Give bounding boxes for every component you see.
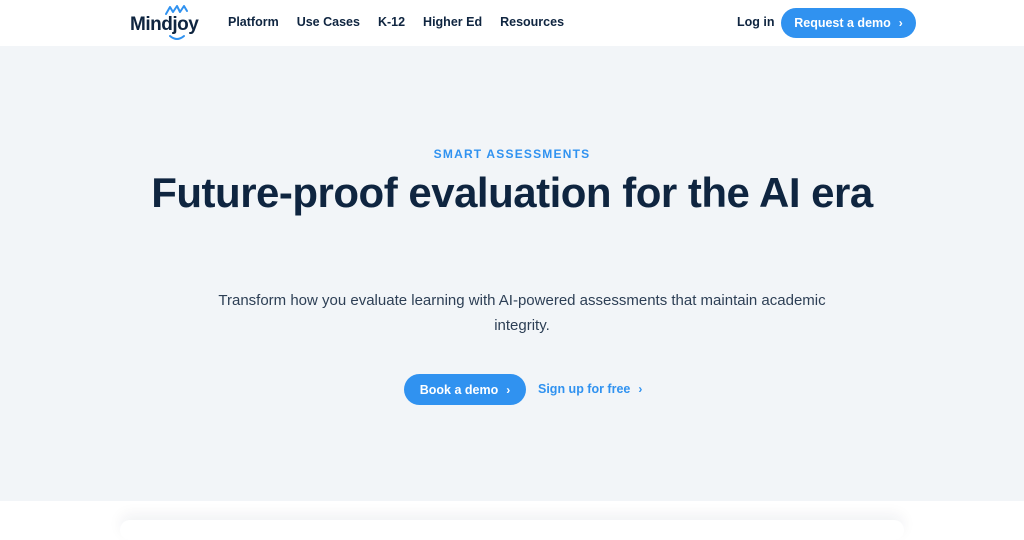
nav-link-k12[interactable]: K-12 [378,15,405,29]
book-demo-label: Book a demo [419,382,499,397]
request-demo-button[interactable]: Request a demo › [781,8,916,38]
chevron-right-icon: › [638,382,643,396]
mindjoy-logo[interactable]: Mindjoy [130,4,204,42]
nav-link-resources[interactable]: Resources [500,15,564,29]
main-nav: Platform Use Cases K-12 Higher Ed Resour… [228,15,564,29]
nav-link-higher-ed[interactable]: Higher Ed [423,15,482,29]
hero-section: SMART ASSESSMENTS Future-proof evaluatio… [0,46,1024,501]
request-demo-label: Request a demo [794,16,891,30]
nav-link-use-cases[interactable]: Use Cases [297,15,360,29]
nav-link-platform[interactable]: Platform [228,15,279,29]
signup-link[interactable]: Sign up for free › [538,382,642,396]
top-navbar: Mindjoy Platform Use Cases K-12 Higher E… [0,0,1024,46]
login-link[interactable]: Log in [737,15,775,29]
hero-eyebrow: SMART ASSESSMENTS [433,147,591,161]
chevron-right-icon: › [898,16,903,30]
chevron-right-icon: › [506,382,511,397]
logo-smile-icon [169,35,185,40]
content-card-edge [120,520,904,540]
book-demo-button[interactable]: Book a demo › [404,374,526,405]
signup-label: Sign up for free [538,382,631,396]
hero-subtext: Transform how you evaluate learning with… [218,292,826,334]
hero-headline: Future-proof evaluation for the AI era [151,169,873,216]
logo-wordmark: Mindjoy [130,14,199,35]
